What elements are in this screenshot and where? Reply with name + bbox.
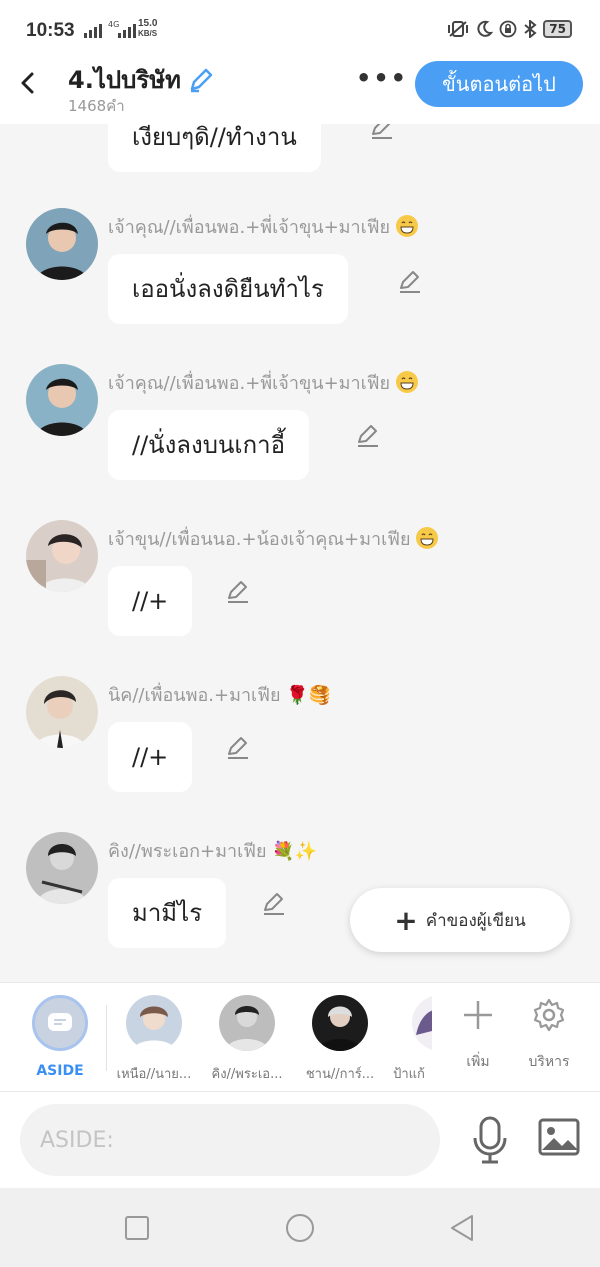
avatar: [412, 995, 432, 1051]
battery-icon: 75: [543, 20, 572, 38]
character-item[interactable]: คิง//พระเอ...: [202, 995, 292, 1084]
next-step-button[interactable]: ขั้นตอนต่อไป: [415, 61, 583, 107]
vibrate-icon: [448, 21, 469, 37]
story-header: 4.ไปบริษัท 1468คำ ••• ขั้นตอนต่อไป: [0, 60, 600, 124]
back-nav-icon[interactable]: [446, 1212, 478, 1244]
character-name: เจ้าขุน//เพื่อนนอ.+น้องเจ้าคุณ+มาเฟีย: [108, 524, 439, 553]
bouquet-emoji-icon: 💐: [272, 841, 295, 862]
message-bubble[interactable]: //+: [108, 722, 193, 792]
edit-message-icon[interactable]: [224, 734, 252, 762]
avatar[interactable]: [26, 676, 98, 748]
grin-emoji-icon: [416, 527, 439, 549]
signal-icon: [84, 22, 102, 38]
add-label: เพิ่ม: [466, 1054, 490, 1070]
character-label: คิง//พระเอ...: [211, 1067, 283, 1082]
edit-title-icon[interactable]: [187, 66, 215, 94]
message-bubble[interactable]: เออนั่งลงดิยืนทำไร: [108, 254, 348, 324]
back-button[interactable]: [14, 68, 42, 104]
manage-label: บริหาร: [528, 1054, 570, 1070]
character-name: เจ้าคุณ//เพื่อนพอ.+พี่เจ้าขุน+มาเฟีย: [108, 368, 418, 397]
avatar: [126, 995, 182, 1051]
character-name: นิค//เพื่อนพอ.+มาเฟีย 🌹🥞: [108, 685, 332, 706]
bluetooth-icon: [524, 20, 537, 38]
edit-message-icon[interactable]: [224, 578, 252, 606]
network-speed-unit: KB/S: [138, 29, 158, 38]
character-label: ASIDE: [36, 1063, 84, 1079]
character-label: ชาน//การ์...: [305, 1067, 375, 1082]
status-icons: 75: [447, 20, 572, 38]
chevron-left-icon: [21, 72, 34, 94]
plus-icon: +: [394, 903, 418, 937]
recent-apps-icon[interactable]: [121, 1212, 153, 1244]
message-bubble[interactable]: เงียบๆดิ//ทำงาน: [108, 124, 321, 172]
manage-characters-button[interactable]: บริหาร: [521, 997, 577, 1073]
edit-message-icon[interactable]: [368, 124, 396, 142]
pancake-emoji-icon: 🥞: [308, 685, 332, 706]
character-aside[interactable]: ASIDE: [15, 995, 105, 1079]
edit-message-icon[interactable]: [260, 890, 288, 918]
author-note-button[interactable]: + คำของผู้เขียน: [350, 888, 570, 952]
status-bar: 10:53 4G 15.0 KB/S 75: [0, 0, 600, 60]
chat-bubble-icon: [48, 1013, 72, 1031]
rose-emoji-icon: 🌹: [286, 685, 309, 706]
more-options-button[interactable]: •••: [356, 64, 408, 92]
image-icon[interactable]: [538, 1118, 580, 1158]
message-input[interactable]: [20, 1104, 440, 1176]
message-bubble[interactable]: //นั่งลงบนเกาอี้: [108, 410, 309, 480]
home-icon[interactable]: [284, 1212, 316, 1244]
avatar[interactable]: [26, 520, 98, 592]
character-label: เหนือ//นาย...: [116, 1067, 192, 1082]
word-count: 1468คำ: [68, 97, 125, 115]
message-bubble[interactable]: //+: [108, 566, 193, 636]
gear-icon: [533, 998, 565, 1032]
avatar[interactable]: [26, 832, 98, 904]
author-note-label: คำของผู้เขียน: [425, 910, 526, 931]
network-speed: 15.0 KB/S: [138, 19, 157, 39]
signal-2-icon: [118, 22, 136, 38]
grin-emoji-icon: [395, 215, 418, 237]
character-selector: ASIDE เหนือ//นาย... คิง//พระเอ... ชาน//ก…: [0, 982, 600, 1092]
network-speed-value: 15.0: [138, 18, 158, 29]
status-time: 10:53: [26, 20, 75, 41]
microphone-icon[interactable]: [470, 1116, 510, 1166]
edit-message-icon[interactable]: [354, 422, 382, 450]
grin-emoji-icon: [395, 371, 418, 393]
divider: [106, 1005, 107, 1071]
moon-icon: [477, 20, 494, 37]
lock-rotation-icon: [499, 20, 517, 38]
chat-messages[interactable]: เงียบๆดิ//ทำงาน เจ้าคุณ//เพื่อนพอ.+พี่เจ…: [0, 124, 600, 982]
character-name: คิง//พระเอก+มาเฟีย 💐✨: [108, 841, 318, 862]
character-item[interactable]: ป้าแก้: [386, 995, 432, 1084]
character-item[interactable]: ชาน//การ์...: [295, 995, 385, 1084]
message-bubble[interactable]: มามีไร: [108, 878, 227, 948]
avatar: [312, 995, 368, 1051]
character-label: ป้าแก้: [393, 1067, 425, 1082]
avatar: [219, 995, 275, 1051]
plus-icon: [464, 1001, 492, 1029]
system-nav-bar: [0, 1188, 600, 1267]
avatar[interactable]: [26, 208, 98, 280]
input-bar: [0, 1092, 600, 1188]
edit-message-icon[interactable]: [396, 268, 424, 296]
avatar[interactable]: [26, 364, 98, 436]
sparkles-emoji-icon: ✨: [294, 841, 318, 862]
character-name: เจ้าคุณ//เพื่อนพอ.+พี่เจ้าขุน+มาเฟีย: [108, 212, 418, 241]
character-item[interactable]: เหนือ//นาย...: [109, 995, 199, 1084]
aside-avatar: [32, 995, 88, 1051]
add-character-button[interactable]: เพิ่ม: [450, 997, 506, 1073]
